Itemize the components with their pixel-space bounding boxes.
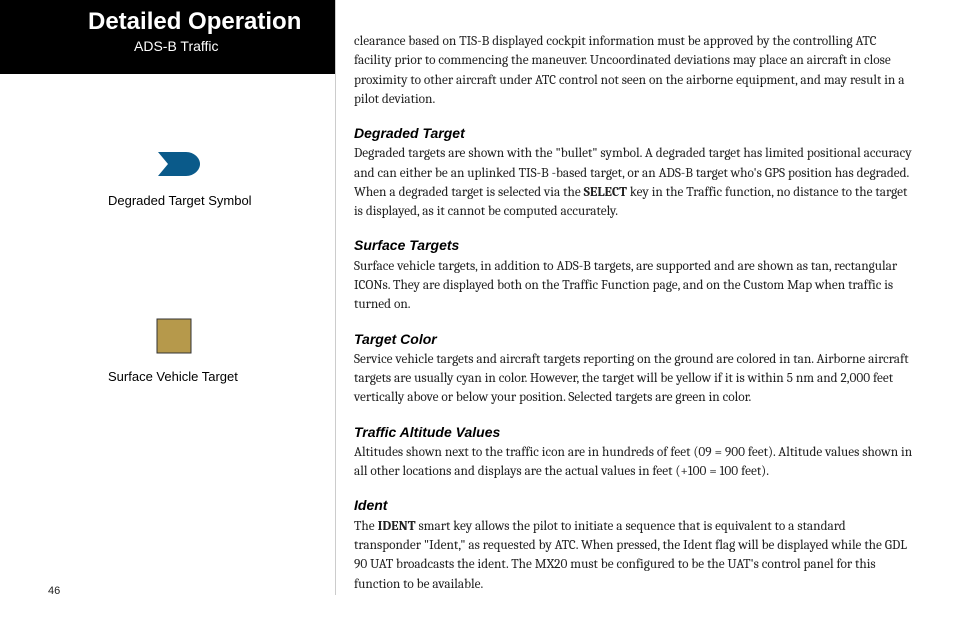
paragraph-degraded-target: Degraded targets are shown with the "bul… (354, 144, 914, 221)
legend-degraded-caption: Degraded Target Symbol (108, 193, 320, 208)
page-number: 46 (48, 585, 60, 597)
heading-traffic-altitude: Traffic Altitude Values (354, 422, 914, 442)
heading-target-color: Target Color (354, 329, 914, 349)
paragraph-surface-targets: Surface vehicle targets, in addition to … (354, 257, 914, 315)
legend-degraded-target: Degraded Target Symbol (60, 150, 320, 208)
heading-degraded-target: Degraded Target (354, 123, 914, 143)
intro-paragraph: clearance based on TIS-B displayed cockp… (354, 32, 914, 109)
tan-square-icon (156, 318, 320, 359)
main-content: clearance based on TIS-B displayed cockp… (354, 32, 914, 608)
bullet-icon (156, 150, 320, 183)
legend-surface-vehicle: Surface Vehicle Target (60, 318, 320, 384)
page-title: Detailed Operation (0, 0, 335, 36)
paragraph-target-color: Service vehicle targets and aircraft tar… (354, 350, 914, 408)
text-span: The (354, 519, 378, 534)
column-divider (335, 0, 336, 595)
heading-surface-targets: Surface Targets (354, 235, 914, 255)
legend-surface-caption: Surface Vehicle Target (108, 369, 320, 384)
text-span: smart key allows the pilot to initiate a… (354, 519, 907, 592)
page-subtitle: ADS-B Traffic (0, 36, 335, 54)
header-block: Detailed Operation ADS-B Traffic (0, 0, 335, 74)
ident-key-label: IDENT (378, 519, 416, 534)
paragraph-traffic-altitude: Altitudes shown next to the traffic icon… (354, 443, 914, 482)
page-root: Detailed Operation ADS-B Traffic Degrade… (0, 0, 954, 618)
legend-column: Degraded Target Symbol Surface Vehicle T… (60, 150, 320, 494)
paragraph-ident: The IDENT smart key allows the pilot to … (354, 517, 914, 594)
heading-ident: Ident (354, 495, 914, 515)
select-key-label: SELECT (584, 185, 627, 200)
